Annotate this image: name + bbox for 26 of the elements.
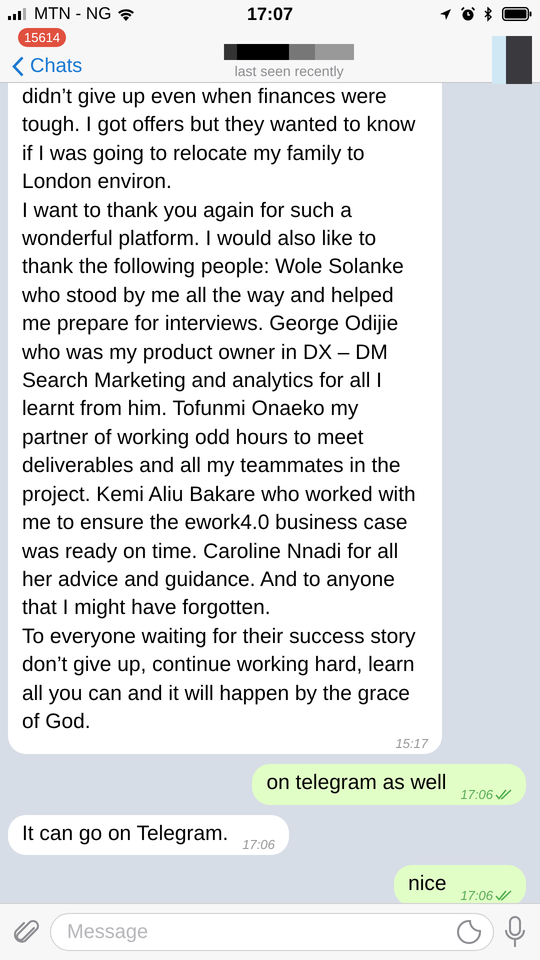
message-text: nice [408, 871, 446, 898]
message-time: 17:06 [460, 786, 493, 802]
message-text: I want to thank you again for such a wonderful platform. I would also like to thank the following people: Wole Solanke who stood by me all the way and helped me prepare for interviews. George Odijie who was my product owner in DX – DM Search Marketing and analytics for all I learnt from him. Tofunmi Onaeko my partner of working odd hours to meet deliverables and all my teammates in the project. Kemi Aliu Bakare who worked with me to ensure the ework4.0 business case was ready on time. Caroline Nnadi for all her advice and guidance. And to anyone that I might have forgotten. [22, 198, 417, 622]
back-button[interactable]: Chats [8, 54, 86, 78]
microphone-icon[interactable] [504, 916, 526, 948]
message-text: didn’t give up even when finances were tough. I got offers but they wanted to know if I was going to relocate my family to London environ. [22, 84, 416, 196]
signal-icon [8, 8, 28, 20]
location-arrow-icon [438, 8, 452, 20]
message-time: 15:17 [395, 736, 428, 752]
clock-time: 17:07 [246, 4, 294, 24]
alarm-clock-icon [460, 7, 475, 21]
wifi-icon [117, 8, 136, 20]
carrier-name: MTN - NG [34, 4, 112, 24]
message-text: on telegram as well [266, 770, 446, 796]
last-seen-status: last seen recently [234, 62, 344, 78]
sticker-icon[interactable] [456, 919, 482, 945]
battery-icon [502, 7, 532, 21]
message-text: It can go on Telegram. [22, 820, 228, 847]
bluetooth-icon [484, 6, 493, 22]
message-input-field[interactable]: Message [50, 913, 494, 951]
message-time: 17:06 [460, 888, 493, 903]
avatar[interactable] [492, 36, 532, 84]
unread-count-badge: 15614 [18, 28, 66, 47]
message-time: 17:06 [242, 837, 275, 852]
chevron-left-icon [12, 56, 24, 76]
message-text: To everyone waiting for their success story don’t give up, continue working hard, learn all you can and it will happen by the grace of God. [22, 624, 417, 735]
